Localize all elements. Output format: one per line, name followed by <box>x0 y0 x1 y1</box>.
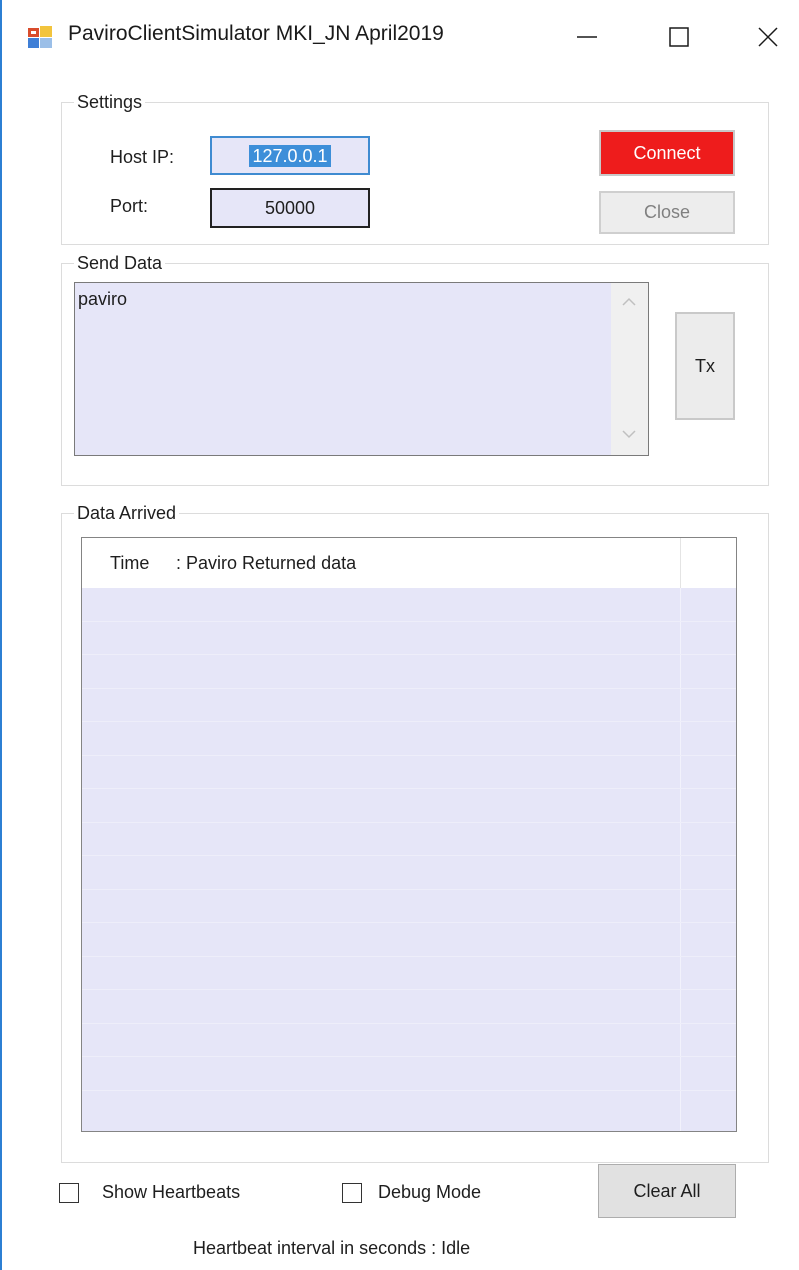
tx-button[interactable]: Tx <box>675 312 735 420</box>
maximize-button[interactable] <box>655 10 703 64</box>
show-heartbeats-checkbox[interactable] <box>59 1183 79 1203</box>
minimize-icon <box>577 36 597 38</box>
window-title: PaviroClientSimulator MKI_JN April2019 <box>68 22 444 45</box>
row-gridline <box>82 822 736 823</box>
scroll-down-arrow-icon <box>622 430 636 439</box>
send-data-textarea[interactable] <box>74 282 649 456</box>
row-gridline <box>82 1023 736 1024</box>
debug-mode-checkbox[interactable] <box>342 1183 362 1203</box>
column-header-time[interactable]: Time <box>110 553 149 574</box>
heartbeat-status-text: Heartbeat interval in seconds : Idle <box>193 1238 471 1258</box>
show-heartbeats-label[interactable]: Show Heartbeats <box>102 1182 240 1203</box>
window-left-border <box>0 0 2 1270</box>
row-gridline <box>82 621 736 622</box>
clear-all-button[interactable]: Clear All <box>598 1164 736 1218</box>
row-gridline <box>82 889 736 890</box>
app-window-icon <box>28 26 52 48</box>
row-gridline <box>82 922 736 923</box>
row-gridline <box>82 855 736 856</box>
send-data-group-label: Send Data <box>74 253 166 274</box>
host-ip-label: Host IP: <box>110 147 175 167</box>
port-input[interactable]: 50000 <box>210 188 370 228</box>
row-gridline <box>82 688 736 689</box>
row-gridline <box>82 956 736 957</box>
close-window-button[interactable] <box>744 10 792 64</box>
row-gridline <box>82 1090 736 1091</box>
row-gridline <box>82 989 736 990</box>
host-ip-value: 127.0.0.1 <box>249 144 331 167</box>
row-gridline <box>82 1056 736 1057</box>
row-gridline <box>82 721 736 722</box>
send-data-scrollbar[interactable] <box>611 283 648 455</box>
port-value: 50000 <box>264 197 316 218</box>
scroll-up-arrow-icon <box>622 297 636 306</box>
minimize-button[interactable] <box>563 10 611 64</box>
data-arrived-group-label: Data Arrived <box>74 503 180 524</box>
settings-group-label: Settings <box>74 92 146 113</box>
send-data-text: paviro <box>78 289 128 309</box>
maximize-icon <box>669 27 689 47</box>
debug-mode-label[interactable]: Debug Mode <box>378 1182 481 1203</box>
column-header-data[interactable]: : Paviro Returned data <box>176 553 356 574</box>
close-button[interactable]: Close <box>599 191 735 234</box>
close-icon <box>758 27 778 47</box>
connect-button[interactable]: Connect <box>599 130 735 176</box>
column-gridline <box>680 588 681 1131</box>
data-arrived-list[interactable]: Time : Paviro Returned data <box>81 537 737 1132</box>
row-gridline <box>82 755 736 756</box>
row-gridline <box>82 654 736 655</box>
row-gridline <box>82 788 736 789</box>
port-label: Port: <box>110 196 149 216</box>
column-separator <box>680 538 681 588</box>
host-ip-input[interactable]: 127.0.0.1 <box>210 136 370 175</box>
